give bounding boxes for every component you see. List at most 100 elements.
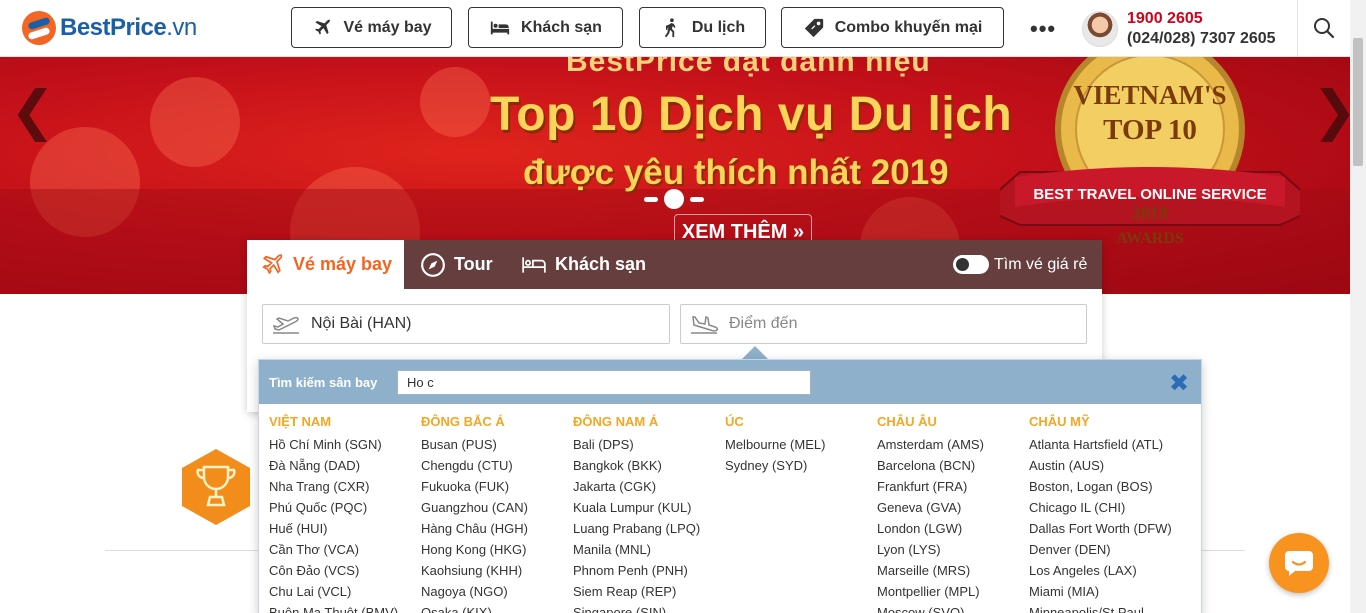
airport-item[interactable]: Melbourne (MEL) (725, 437, 875, 458)
scrollbar-thumb[interactable] (1353, 38, 1363, 166)
airport-item[interactable]: Austin (AUS) (1029, 458, 1179, 479)
airport-item[interactable]: Chengdu (CTU) (421, 458, 571, 479)
region-heading: ĐÔNG NAM Á (573, 414, 659, 429)
hotline-primary[interactable]: 1900 2605 (1127, 10, 1203, 28)
airport-item[interactable]: Bali (DPS) (573, 437, 723, 458)
banner-prev-arrow[interactable]: ❮ (10, 79, 55, 142)
airport-item[interactable]: Kuala Lumpur (KUL) (573, 500, 723, 521)
region-column: ĐÔNG BẮC Á Busan (PUS) Chengdu (CTU) Fuk… (421, 414, 571, 613)
airport-item[interactable]: Đà Nẵng (DAD) (269, 458, 419, 479)
airport-item[interactable]: Côn Đảo (VCS) (269, 563, 419, 584)
cheap-fare-toggle[interactable] (953, 255, 989, 274)
bed-icon (490, 21, 510, 34)
airport-item[interactable]: Moscow (SVO) (877, 605, 1027, 613)
airport-item[interactable]: Manila (MNL) (573, 542, 723, 563)
hotline-secondary[interactable]: (024/028) 7307 2605 (1127, 30, 1276, 48)
award-line2: TOP 10 (1103, 114, 1197, 146)
airport-search-input[interactable]: Ho c (397, 370, 811, 395)
airport-item[interactable]: Sydney (SYD) (725, 458, 875, 479)
airport-item[interactable]: Jakarta (CGK) (573, 479, 723, 500)
airport-item[interactable]: Hồ Chí Minh (SGN) (269, 437, 419, 458)
banner-bokeh (150, 77, 240, 167)
airport-item[interactable]: Los Angeles (LAX) (1029, 563, 1179, 584)
hiker-icon (664, 17, 676, 37)
award-badge-icon: VIETNAM'S TOP 10 BEST TRAVEL ONLINE SERV… (1000, 57, 1300, 247)
airport-item[interactable]: Hàng Châu (HGH) (421, 521, 571, 542)
airport-item[interactable]: Denver (DEN) (1029, 542, 1179, 563)
chat-button[interactable] (1269, 533, 1329, 593)
airport-picker-header: Tìm kiếm sân bay Ho c ✖ (259, 360, 1201, 404)
airport-item[interactable]: Busan (PUS) (421, 437, 571, 458)
header-divider (1297, 0, 1298, 57)
airport-item[interactable]: Kaohsiung (KHH) (421, 563, 571, 584)
bed-icon (522, 256, 546, 273)
tab-tour[interactable]: Tour (420, 240, 493, 289)
nav-hotels-button[interactable]: Khách sạn (468, 7, 623, 48)
more-menu-button[interactable]: ••• (1030, 16, 1056, 42)
support-avatar (1082, 11, 1118, 47)
carousel-dot[interactable] (690, 196, 704, 202)
airport-item[interactable]: Boston, Logan (BOS) (1029, 479, 1179, 500)
region-heading: VIỆT NAM (269, 414, 332, 429)
airport-item[interactable]: Barcelona (BCN) (877, 458, 1027, 479)
airport-item[interactable]: Guangzhou (CAN) (421, 500, 571, 521)
close-icon[interactable]: ✖ (1169, 369, 1189, 398)
page-scrollbar[interactable] (1350, 0, 1366, 613)
airport-item[interactable]: Phnom Penh (PNH) (573, 563, 723, 584)
to-airport-field[interactable]: Điểm đến (680, 304, 1087, 344)
airport-item[interactable]: Nha Trang (CXR) (269, 479, 419, 500)
popup-caret (741, 346, 769, 360)
banner-bokeh (420, 67, 490, 137)
airport-item[interactable]: Fukuoka (FUK) (421, 479, 571, 500)
airport-item[interactable]: Montpellier (MPL) (877, 584, 1027, 605)
airport-item[interactable]: Miami (MIA) (1029, 584, 1179, 605)
search-icon[interactable] (1312, 16, 1336, 40)
tab-flights[interactable]: Vé máy bay (247, 240, 404, 289)
airport-item[interactable]: Dallas Fort Worth (DFW) (1029, 521, 1179, 542)
airport-item[interactable]: Luang Prabang (LPQ) (573, 521, 723, 542)
airport-item[interactable]: Osaka (KIX) (421, 605, 571, 613)
nav-flights-label: Vé máy bay (343, 18, 432, 36)
plane-icon (315, 18, 331, 35)
nav-tours-button[interactable]: Du lịch (639, 7, 766, 48)
airport-item[interactable]: Atlanta Hartsfield (ATL) (1029, 437, 1179, 458)
airport-item[interactable]: Huế (HUI) (269, 521, 419, 542)
carousel-dot[interactable] (644, 196, 658, 202)
airport-item[interactable]: Minneapolis/St.Paul (1029, 605, 1179, 613)
region-column: ÚC Melbourne (MEL) Sydney (SYD) (725, 414, 875, 479)
from-airport-field[interactable]: Nội Bài (HAN) (262, 304, 670, 344)
airport-item[interactable]: Cần Thơ (VCA) (269, 542, 419, 563)
airport-item[interactable]: Chicago IL (CHI) (1029, 500, 1179, 521)
logo-mark-icon (22, 11, 56, 45)
banner-top-text: BestPrice đạt danh hiệu (566, 57, 931, 78)
banner-next-arrow[interactable]: ❯ (1312, 79, 1350, 142)
airport-item[interactable]: Bangkok (BKK) (573, 458, 723, 479)
carousel-dot-active[interactable] (664, 189, 684, 209)
logo-brand: BestPrice (60, 14, 167, 41)
airport-item[interactable]: Marseille (MRS) (877, 563, 1027, 584)
logo[interactable]: BestPrice.vn (22, 10, 197, 46)
plane-icon (262, 253, 283, 274)
award-line1: VIETNAM'S (1073, 80, 1226, 110)
nav-combo-button[interactable]: Combo khuyến mại (781, 7, 1004, 48)
airport-item[interactable]: Chu Lai (VCL) (269, 584, 419, 605)
region-heading: ĐÔNG BẮC Á (421, 414, 505, 429)
region-column: CHÂU MỸ Atlanta Hartsfield (ATL) Austin … (1029, 414, 1179, 613)
search-tabs: Vé máy bay Tour Khách sạn Tìm vé giá rẻ (247, 240, 1102, 289)
tab-hotels[interactable]: Khách sạn (521, 240, 646, 289)
airport-item[interactable]: Phú Quốc (PQC) (269, 500, 419, 521)
airport-item[interactable]: Siem Reap (REP) (573, 584, 723, 605)
airport-item[interactable]: London (LGW) (877, 521, 1027, 542)
airport-item[interactable]: Geneva (GVA) (877, 500, 1027, 521)
nav-flights-button[interactable]: Vé máy bay (291, 7, 452, 48)
airport-item[interactable]: Amsterdam (AMS) (877, 437, 1027, 458)
airport-item[interactable]: Singapore (SIN) (573, 605, 723, 613)
airport-item[interactable]: Frankfurt (FRA) (877, 479, 1027, 500)
tab-tour-label: Tour (454, 254, 493, 274)
tab-hotels-label: Khách sạn (555, 254, 647, 274)
airport-item[interactable]: Lyon (LYS) (877, 542, 1027, 563)
airport-item[interactable]: Hong Kong (HKG) (421, 542, 571, 563)
airport-item[interactable]: Nagoya (NGO) (421, 584, 571, 605)
airport-item[interactable]: Buôn Ma Thuột (BMV) (269, 605, 419, 613)
cheap-fare-label: Tìm vé giá rẻ (994, 256, 1088, 273)
